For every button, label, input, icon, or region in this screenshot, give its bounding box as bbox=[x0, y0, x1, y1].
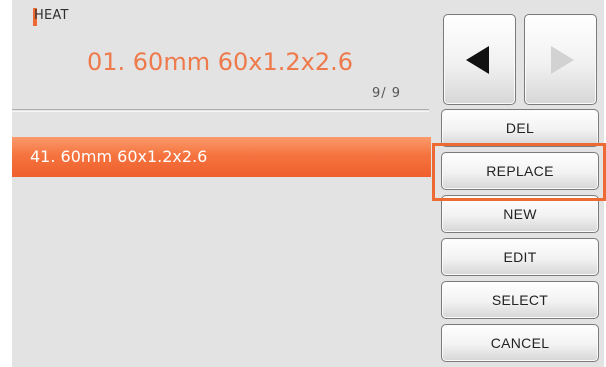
section-title: HEAT bbox=[34, 8, 69, 23]
prev-page-button[interactable] bbox=[443, 14, 516, 105]
arrow-left-icon bbox=[466, 45, 489, 74]
divider bbox=[12, 109, 429, 110]
select-button[interactable]: SELECT bbox=[441, 281, 599, 319]
del-button[interactable]: DEL bbox=[441, 109, 599, 147]
divider-highlight bbox=[12, 111, 429, 112]
list-item[interactable]: 41. 60mm 60x1.2x2.6 bbox=[12, 137, 431, 177]
next-page-button[interactable] bbox=[524, 14, 597, 105]
arrow-right-icon bbox=[551, 45, 574, 74]
heater-program-screen: HEAT 01. 60mm 60x1.2x2.6 9/ 9 41. 60mm 6… bbox=[12, 0, 606, 367]
new-button[interactable]: NEW bbox=[441, 195, 599, 233]
cancel-button[interactable]: CANCEL bbox=[441, 324, 599, 362]
selected-program-title: 01. 60mm 60x1.2x2.6 bbox=[86, 48, 353, 76]
replace-button[interactable]: REPLACE bbox=[441, 152, 599, 190]
edit-button[interactable]: EDIT bbox=[441, 238, 599, 276]
page-counter: 9/ 9 bbox=[372, 86, 402, 101]
